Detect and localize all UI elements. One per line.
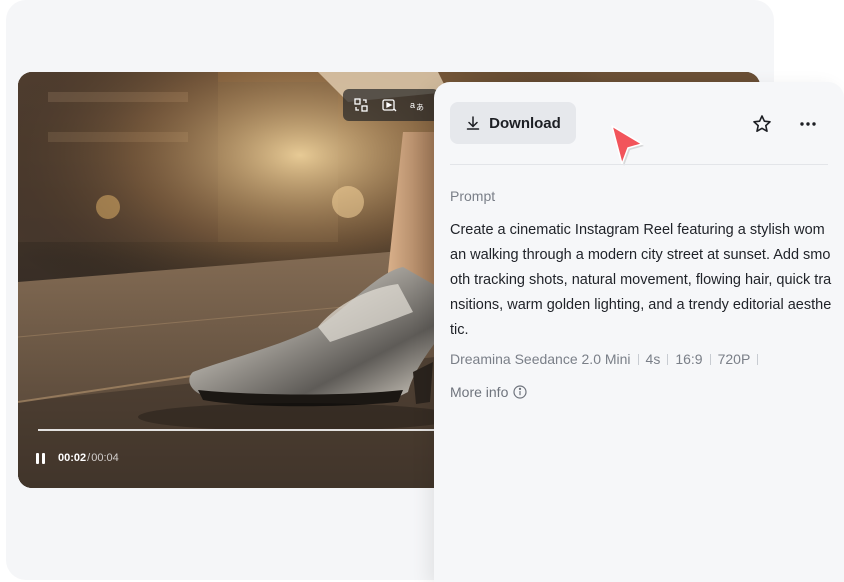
meta-separator xyxy=(667,353,669,365)
svg-text:あ: あ xyxy=(416,103,424,112)
more-options-icon[interactable] xyxy=(796,112,820,136)
info-icon xyxy=(513,385,527,399)
more-info-link[interactable]: More info xyxy=(450,384,527,400)
video-enhance-icon[interactable] xyxy=(379,95,399,115)
meta-separator xyxy=(637,353,639,365)
aspect-ratio: 16:9 xyxy=(675,351,703,367)
translate-icon[interactable]: a あ xyxy=(407,95,427,115)
more-info-label: More info xyxy=(450,384,509,400)
prompt-text: Create a cinematic Instagram Reel featur… xyxy=(450,222,832,338)
meta-separator xyxy=(757,353,759,365)
current-time: 00:02 xyxy=(58,452,87,464)
video-toolbar: a あ xyxy=(343,89,439,121)
video-progress-bar[interactable] xyxy=(38,429,438,431)
download-icon xyxy=(466,116,480,130)
meta-separator xyxy=(709,353,711,365)
total-time: 00:04 xyxy=(91,452,119,464)
model-name: Dreamina Seedance 2.0 Mini xyxy=(450,351,631,367)
divider xyxy=(450,164,828,165)
replace-icon[interactable] xyxy=(351,95,371,115)
time-separator: / xyxy=(87,452,91,464)
mouse-cursor-icon xyxy=(611,125,644,166)
playback-controls: 00:02 / 00:04 xyxy=(36,450,119,466)
pause-icon[interactable] xyxy=(36,451,50,465)
star-icon[interactable] xyxy=(750,112,774,136)
download-label: Download xyxy=(489,114,561,132)
generation-meta: Dreamina Seedance 2.0 Mini 4s 16:9 720P xyxy=(450,351,765,367)
resolution: 720P xyxy=(717,351,751,367)
svg-text:a: a xyxy=(410,100,415,110)
duration: 4s xyxy=(645,351,661,367)
download-button[interactable]: Download xyxy=(450,102,576,144)
detail-panel: Download Prompt Create a cinematic Insta… xyxy=(434,82,844,582)
prompt-label: Prompt xyxy=(450,188,496,204)
